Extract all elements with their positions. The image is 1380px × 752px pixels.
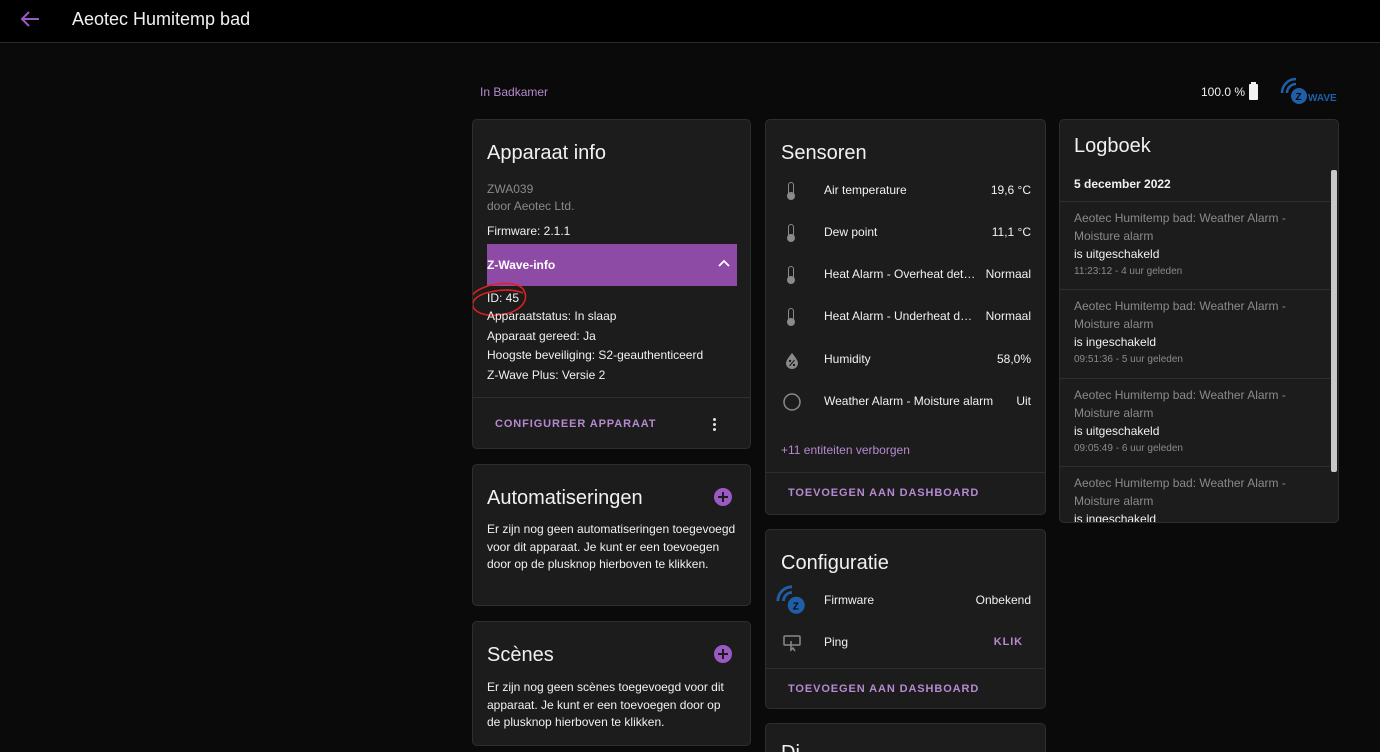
diagnostics-card: Di — [765, 723, 1046, 752]
scenes-empty-text: Er zijn nog geen scènes toegevoegd voor … — [487, 680, 724, 729]
configuration-card: Configuratie Z Firmware Onbekend Ping KL… — [765, 529, 1046, 709]
ping-button[interactable]: KLIK — [994, 636, 1023, 648]
sensor-label: Humidity — [824, 352, 871, 366]
area-link[interactable]: In Badkamer — [480, 85, 548, 99]
log-source: Aeotec Humitemp bad: Weather Alarm - Moi… — [1074, 299, 1286, 331]
gesture-tap-button-icon — [783, 635, 801, 652]
configure-device-button[interactable]: CONFIGUREER APPARAAT — [495, 418, 656, 430]
sensor-value: 19,6 °C — [990, 183, 1031, 197]
device-ready: Apparaat gereed: Ja — [487, 329, 596, 343]
log-state: is uitgeschakeld — [1074, 247, 1160, 261]
logbook-entry[interactable]: Aeotec Humitemp bad: Weather Alarm - Moi… — [1060, 201, 1330, 289]
device-status: Apparaatstatus: In slaap — [487, 309, 617, 323]
divider — [766, 668, 1045, 669]
sensor-row[interactable]: Dew point 11,1 °C — [766, 212, 1045, 252]
add-to-dashboard-button[interactable]: TOEVOEGEN AAN DASHBOARD — [788, 683, 979, 695]
log-time: 09:51:36 - 5 uur geleden — [1074, 354, 1183, 365]
more-options-icon[interactable] — [706, 416, 722, 434]
automations-empty-text: Er zijn nog geen automatiseringen toegev… — [487, 522, 736, 571]
card-title: Scènes — [487, 644, 554, 666]
divider — [766, 472, 1045, 473]
thermometer-icon — [782, 307, 802, 327]
circle-outline-icon — [783, 393, 801, 411]
sensor-row[interactable]: Heat Alarm - Underheat detected Normaal — [766, 296, 1045, 336]
thermometer-icon — [782, 181, 802, 201]
card-title: Automatiseringen — [487, 487, 643, 509]
svg-text:Z: Z — [1296, 92, 1302, 103]
chevron-up-icon — [718, 259, 730, 267]
top-app-bar: Aeotec Humitemp bad — [0, 0, 1380, 43]
logbook-entry[interactable]: Aeotec Humitemp bad: Weather Alarm - Moi… — [1060, 466, 1330, 523]
sensor-row[interactable]: Humidity 58,0% — [766, 339, 1045, 379]
sensor-row[interactable]: Air temperature 19,6 °C — [766, 170, 1045, 210]
card-title: Apparaat info — [487, 142, 606, 164]
zwave-icon: Z — [776, 585, 805, 614]
divider — [473, 397, 750, 398]
logbook-scrollbar[interactable] — [1331, 170, 1337, 472]
page-title: Aeotec Humitemp bad — [72, 9, 251, 29]
card-title: Logboek — [1074, 135, 1151, 157]
logbook-card: Logboek 5 december 2022 Aeotec Humitemp … — [1059, 119, 1339, 523]
arrow-left-icon[interactable] — [18, 8, 42, 30]
logbook-entry[interactable]: Aeotec Humitemp bad: Weather Alarm - Moi… — [1060, 378, 1330, 466]
sensor-label: Air temperature — [824, 183, 907, 197]
scenes-card: Scènes Er zijn nog geen scènes toegevoeg… — [472, 621, 751, 746]
hidden-entities-link[interactable]: +11 entiteiten verborgen — [781, 443, 910, 457]
zwave-plus-version: Z-Wave Plus: Versie 2 — [487, 368, 606, 382]
log-time: 09:05:49 - 6 uur geleden — [1074, 443, 1183, 454]
card-title: Configuratie — [781, 552, 889, 574]
log-state: is ingeschakeld — [1074, 512, 1157, 523]
logbook-date: 5 december 2022 — [1074, 177, 1171, 191]
config-row-firmware[interactable]: Z Firmware Onbekend — [766, 580, 1045, 620]
config-row-ping: Ping KLIK — [766, 622, 1045, 662]
sensor-label: Weather Alarm - Moisture alarm — [824, 394, 994, 408]
svg-text:Z: Z — [793, 602, 799, 613]
sensor-value: Normaal — [985, 267, 1031, 281]
sensor-label: Dew point — [824, 225, 878, 239]
automations-card: Automatiseringen Er zijn nog geen automa… — [472, 464, 751, 606]
battery-icon — [1249, 82, 1259, 100]
log-source: Aeotec Humitemp bad: Weather Alarm - Moi… — [1074, 476, 1286, 508]
thermometer-icon — [782, 223, 802, 243]
sensor-row[interactable]: Weather Alarm - Moisture alarm Uit — [766, 381, 1045, 421]
sensor-value: Uit — [1016, 394, 1031, 408]
sensor-label: Heat Alarm - Underheat detected — [824, 309, 976, 323]
device-info-card: Apparaat info ZWA039 door Aeotec Ltd. Fi… — [472, 119, 751, 449]
zwave-logo-icon: Z WAVE — [1280, 77, 1337, 104]
device-manufacturer: door Aeotec Ltd. — [487, 199, 575, 213]
add-automation-button[interactable] — [714, 488, 732, 506]
add-scene-button[interactable] — [714, 645, 732, 663]
card-title: Di — [781, 742, 800, 752]
add-to-dashboard-button[interactable]: TOEVOEGEN AAN DASHBOARD — [788, 487, 979, 499]
sensor-row[interactable]: Heat Alarm - Overheat detected Normaal — [766, 254, 1045, 294]
sensor-value: 58,0% — [996, 352, 1031, 366]
battery-level: 100.0 % — [1201, 85, 1246, 99]
sensor-value: 11,1 °C — [991, 225, 1031, 239]
sensor-value: Normaal — [985, 309, 1031, 323]
log-source: Aeotec Humitemp bad: Weather Alarm - Moi… — [1074, 388, 1286, 420]
zwave-info-label: Z-Wave-info — [487, 258, 556, 272]
log-time: 11:23:12 - 4 uur geleden — [1074, 266, 1183, 277]
log-source: Aeotec Humitemp bad: Weather Alarm - Moi… — [1074, 211, 1286, 243]
card-title: Sensoren — [781, 142, 867, 164]
sensor-label: Heat Alarm - Overheat detected — [824, 267, 976, 281]
config-label: Ping — [824, 635, 849, 649]
water-percent-icon — [786, 353, 798, 369]
device-model: ZWA039 — [487, 182, 534, 196]
svg-text:WAVE: WAVE — [1308, 93, 1337, 104]
log-state: is uitgeschakeld — [1074, 424, 1160, 438]
sensors-card: Sensoren Air temperature 19,6 °C Dew poi… — [765, 119, 1046, 515]
firmware-version: Firmware: 2.1.1 — [487, 224, 571, 238]
thermometer-icon — [782, 265, 802, 285]
highest-security: Hoogste beveiliging: S2-geauthenticeerd — [487, 348, 704, 362]
log-state: is ingeschakeld — [1074, 335, 1157, 349]
battery-status: 100.0 % — [1201, 82, 1259, 100]
config-label: Firmware — [824, 593, 874, 607]
logbook-entry[interactable]: Aeotec Humitemp bad: Weather Alarm - Moi… — [1060, 289, 1330, 377]
config-value: Onbekend — [975, 593, 1031, 607]
